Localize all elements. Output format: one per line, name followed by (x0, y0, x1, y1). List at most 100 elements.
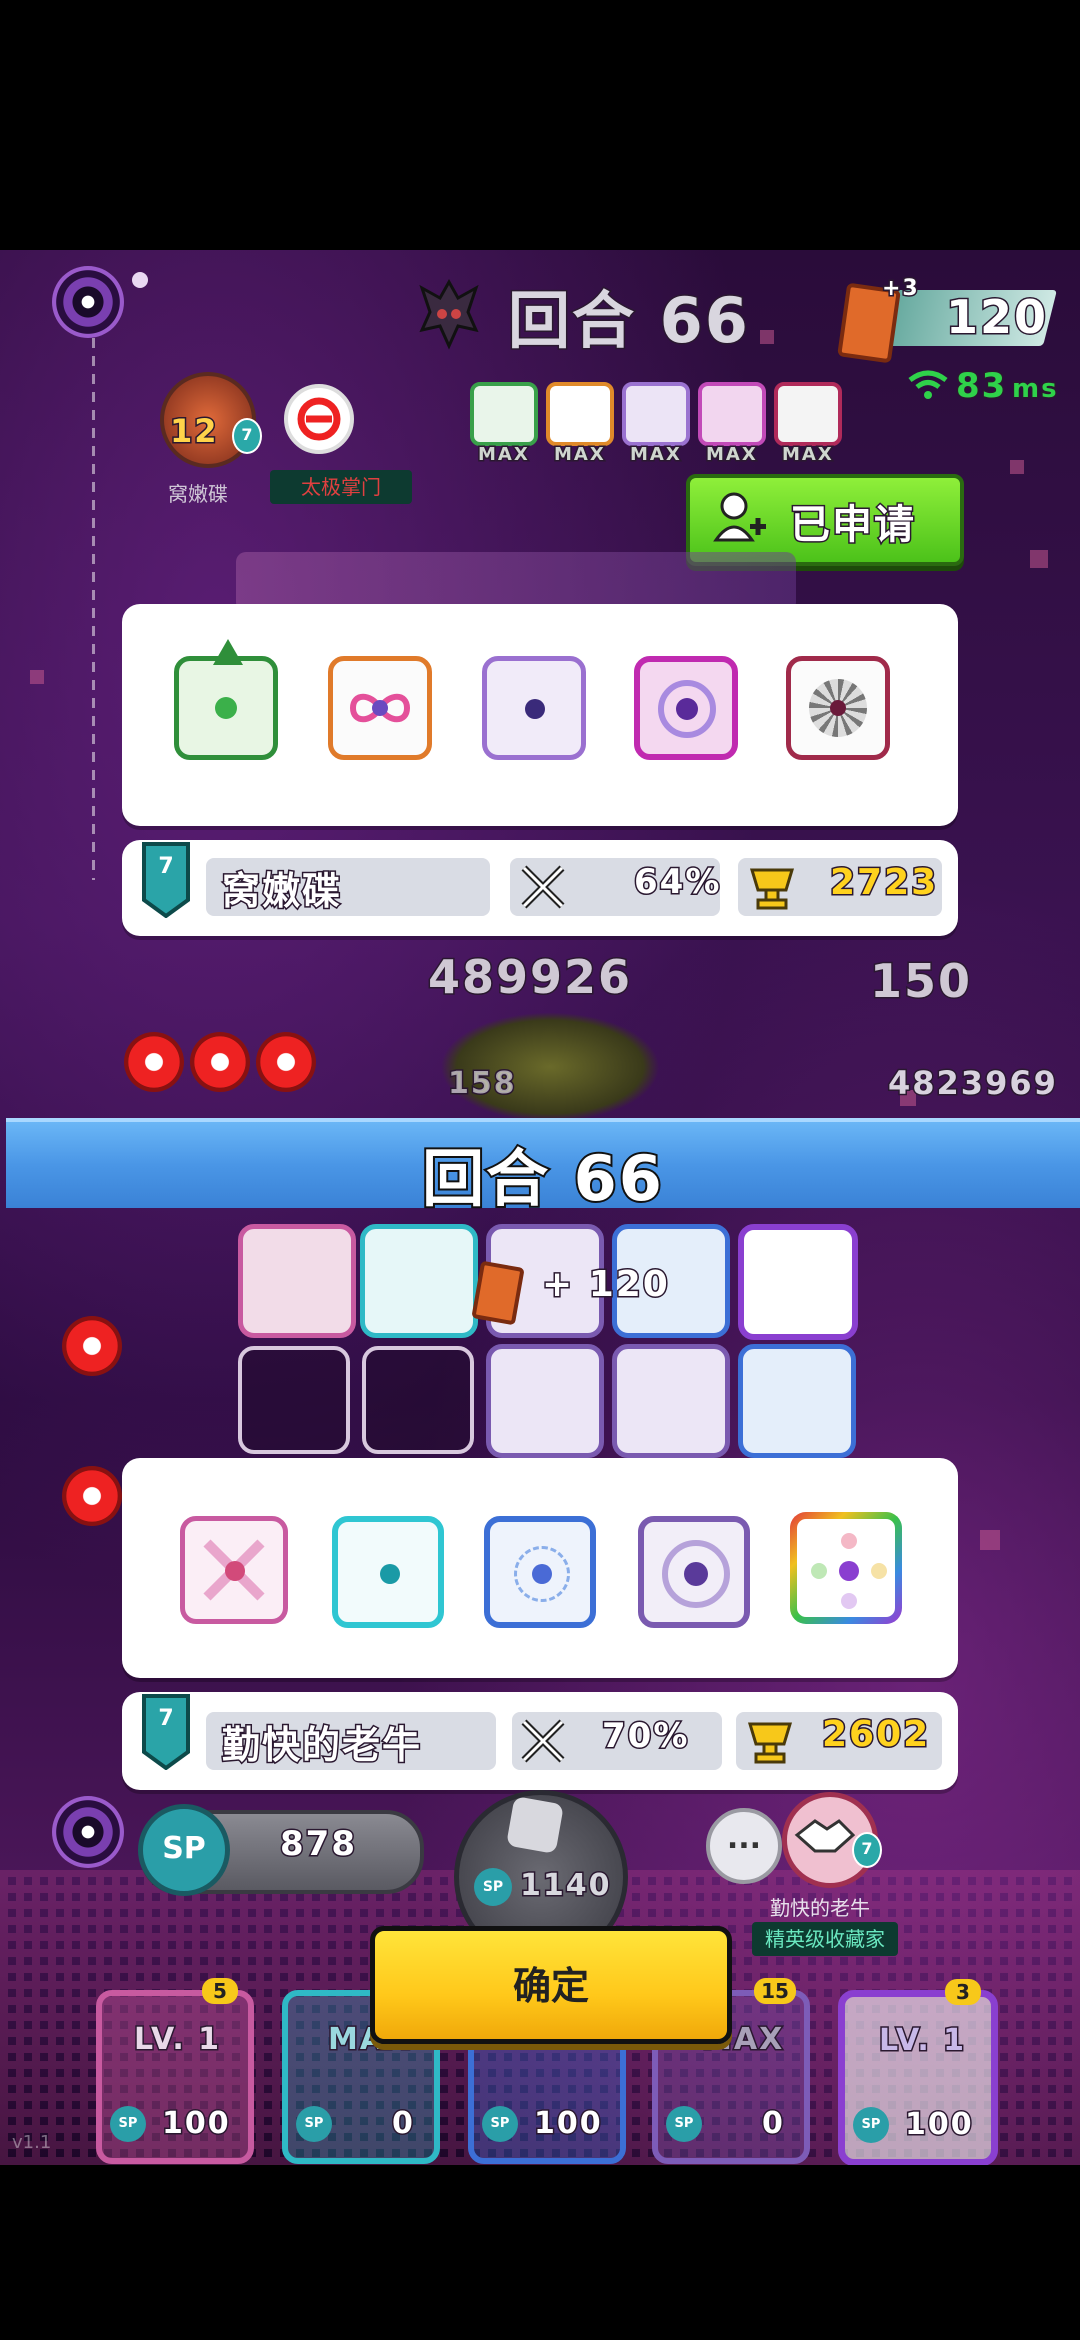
mini-dice-warp (698, 382, 766, 446)
ice-cross-dice[interactable] (332, 1516, 444, 1628)
partner-name: 勤快的老牛 (770, 1896, 870, 1920)
dice-pip (839, 1561, 859, 1581)
dice-pip (372, 700, 388, 716)
right-value: 150 (868, 953, 973, 1010)
sp-icon: SP (482, 2106, 518, 2142)
dice-pip (841, 1593, 857, 1609)
upgrade-cost: 0 (391, 2105, 415, 2143)
sp-icon: SP (853, 2107, 889, 2143)
field-dice-rainbow[interactable] (738, 1224, 858, 1340)
player-winrate: 70% (600, 1715, 690, 1758)
partner-rank-badge: 7 (852, 1832, 882, 1868)
upgrade-cost: 100 (161, 2105, 231, 2143)
snowflake-icon (514, 1546, 570, 1602)
rank-number: 7 (158, 1706, 174, 1731)
rainbow-dice[interactable] (790, 1512, 902, 1624)
dice-pip (380, 1564, 400, 1584)
round-banner: 回合 66 (6, 1118, 1080, 1217)
ping-value: 83 (954, 365, 1008, 408)
radiation-enemy-icon (190, 1032, 250, 1092)
rank-ribbon-icon (142, 1694, 190, 1770)
nature-dragon-dice[interactable] (174, 639, 278, 760)
player-title-badge: 太极掌门 (270, 470, 412, 504)
crossed-swords-icon (518, 864, 568, 912)
max-label: MAX (705, 443, 758, 467)
currency-bonus: +3 (881, 275, 920, 303)
pixel-decoration (30, 670, 44, 684)
dice-pip (871, 1563, 887, 1579)
upgrade-count-badge: 3 (945, 1979, 981, 2005)
mini-dice-electric (622, 382, 690, 446)
sp-icon: SP (296, 2106, 332, 2142)
upgrade-card[interactable]: LV. 1 3 SP 100 (838, 1979, 998, 2165)
upgrade-cost: 100 (533, 2105, 603, 2143)
sp-value: 878 (279, 1823, 357, 1866)
upgrade-level: LV. 1 (877, 2022, 967, 2060)
snow-dragon-dice[interactable] (484, 1516, 596, 1628)
chat-button[interactable]: ... (706, 1808, 782, 1884)
player-name: 勤快的老牛 (220, 1722, 423, 1769)
player-rank-badge: 7 (232, 418, 262, 454)
handshake-icon (794, 1819, 856, 1853)
opponent-winrate: 64% (632, 861, 722, 904)
electric-dice[interactable] (482, 656, 586, 760)
shield-dragon-dice[interactable] (638, 1516, 750, 1628)
wifi-icon (908, 370, 948, 400)
upgrade-card[interactable]: LV. 1 5 SP 100 (96, 1978, 254, 2164)
player-trophies: 2602 (820, 1713, 931, 1757)
max-label: MAX (781, 443, 834, 467)
field-dice-shield[interactable] (486, 1344, 604, 1458)
ping-unit: ms (1011, 373, 1059, 406)
opponent-trophies: 2723 (828, 861, 939, 905)
dice-pip (525, 699, 545, 719)
version-label: v1.1 (12, 2132, 52, 2153)
top-portal-icon (52, 266, 124, 338)
upgrade-level: LV. 1 (132, 2021, 222, 2059)
max-label: MAX (553, 443, 606, 467)
opponent-deck-panel (122, 604, 958, 826)
dice-icon (506, 1796, 564, 1854)
dice-pip (225, 1561, 245, 1581)
right-hp: 4823969 (887, 1063, 1058, 1104)
block-icon[interactable] (284, 384, 354, 454)
pixel-decoration (1010, 460, 1024, 474)
portal-dot (132, 272, 148, 288)
shield-ring-icon (662, 1540, 730, 1608)
upgrade-cost: 100 (904, 2106, 974, 2144)
infinity-dragon-dice[interactable] (328, 656, 432, 760)
apply-friend-label: 已申请 (789, 501, 916, 550)
warp-dice[interactable] (634, 656, 738, 760)
spawn-cost: 1140 (519, 1867, 612, 1905)
player-stats-panel: 7 勤快的老牛 70% 2602 (122, 1692, 958, 1790)
left-small-value: 158 (447, 1065, 517, 1103)
dice-pip (830, 700, 846, 716)
boss-hp: 489926 (426, 949, 633, 1006)
field-dice-sword[interactable] (238, 1224, 356, 1338)
pixel-decoration (1030, 550, 1048, 568)
empty-dice-slot[interactable] (238, 1346, 350, 1454)
sp-icon: SP (110, 2106, 146, 2142)
field-dice-ice[interactable] (360, 1224, 478, 1338)
radiation-enemy-icon (62, 1466, 122, 1526)
warp-swirl-icon (658, 680, 716, 738)
radiation-enemy-icon (124, 1032, 184, 1092)
sp-icon: SP (666, 2106, 702, 2142)
mini-dice-infinity (546, 382, 614, 446)
board-row-background (236, 552, 796, 612)
rank-number: 7 (158, 854, 174, 879)
upgrade-cost: 0 (761, 2105, 785, 2143)
enemy-path (92, 320, 95, 880)
player-name-label: 窝嫩碟 (168, 482, 228, 506)
confirm-button[interactable]: 确定 (370, 1926, 732, 2044)
mini-dice-nature (470, 382, 538, 446)
field-dice-shield[interactable] (612, 1344, 730, 1458)
sp-icon: SP (138, 1804, 230, 1896)
dragon-crest-icon (213, 639, 243, 665)
trophy-icon (746, 864, 798, 912)
sword-dragon-dice[interactable] (180, 1516, 288, 1624)
boss-skull-icon (418, 278, 480, 350)
field-dice-snow[interactable] (738, 1344, 856, 1458)
blade-dragon-dice[interactable] (786, 656, 890, 760)
dice-pip (841, 1533, 857, 1549)
empty-dice-slot[interactable] (362, 1346, 474, 1454)
